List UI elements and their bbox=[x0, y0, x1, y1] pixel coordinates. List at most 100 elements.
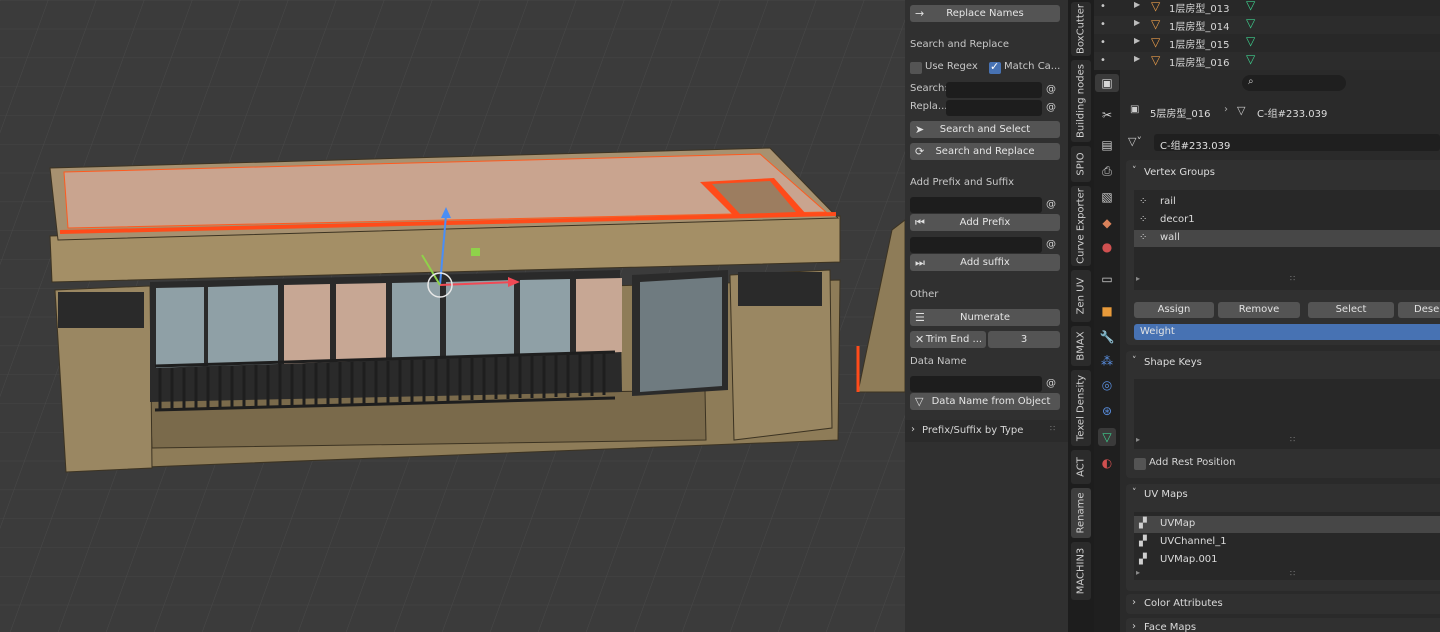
search-at-button[interactable]: @ bbox=[1044, 82, 1058, 98]
use-regex-checkbox[interactable] bbox=[910, 62, 922, 74]
list-item[interactable]: ⁘ decor1 bbox=[1134, 212, 1440, 229]
mesh-icon[interactable]: ▽ bbox=[1246, 52, 1255, 66]
dot-icon: • bbox=[1100, 37, 1106, 48]
material-icon[interactable]: ◐ bbox=[1098, 454, 1116, 472]
list-resize-grip[interactable]: ∷ bbox=[1290, 435, 1295, 444]
drag-handle-icon[interactable]: ∷ bbox=[1050, 424, 1055, 433]
remove-button[interactable]: Remove bbox=[1218, 302, 1300, 318]
select-button[interactable]: Select bbox=[1308, 302, 1394, 318]
chevron-down-icon[interactable]: ˅ bbox=[1132, 166, 1137, 176]
tool-icon[interactable]: ✂ bbox=[1098, 106, 1116, 124]
replace-at-button[interactable]: @ bbox=[1044, 100, 1058, 116]
replace-field[interactable] bbox=[946, 100, 1042, 116]
search-field[interactable] bbox=[946, 82, 1042, 98]
collection-icon[interactable]: ▭ bbox=[1098, 270, 1116, 288]
mesh-icon[interactable]: ▽ bbox=[1246, 34, 1255, 48]
list-item[interactable]: ▞ UVMap bbox=[1134, 516, 1440, 533]
properties-search-field[interactable]: ⌕ bbox=[1242, 75, 1346, 91]
breadcrumb-mesh: C-组#233.039 bbox=[1257, 109, 1328, 120]
shape-keys-heading[interactable]: Shape Keys bbox=[1144, 357, 1202, 368]
expand-arrow-icon[interactable]: ▶ bbox=[1134, 54, 1140, 63]
physics-icon[interactable]: ◎ bbox=[1098, 376, 1116, 394]
tab-machin3[interactable]: MACHIN3 bbox=[1071, 542, 1091, 600]
render-icon[interactable]: ▤ bbox=[1098, 136, 1116, 154]
object-properties-icon[interactable]: ■ bbox=[1098, 302, 1116, 320]
constraints-icon[interactable]: ⊛ bbox=[1098, 402, 1116, 420]
skip-end-icon: ⏭ bbox=[915, 256, 925, 269]
expand-arrow-icon[interactable]: ▶ bbox=[1134, 18, 1140, 27]
list-item[interactable]: ⁘ wall bbox=[1134, 230, 1440, 247]
dot-icon: • bbox=[1100, 1, 1106, 12]
outliner-row[interactable]: • ▶ ▽ 1层房型_015 ▽ bbox=[1094, 34, 1440, 52]
prefix-suffix-heading: Add Prefix and Suffix bbox=[910, 177, 1015, 188]
modifier-wrench-icon[interactable]: 🔧 bbox=[1098, 328, 1116, 346]
mesh-icon[interactable]: ▽ bbox=[1246, 16, 1255, 30]
trim-end-button[interactable]: ✕ Trim End ... bbox=[910, 331, 986, 348]
vertex-group-list: ⁘ rail ⁘ decor1 ⁘ wall ▸ ∷ bbox=[1134, 190, 1440, 290]
prefix-suffix-by-type-subpanel[interactable]: › Prefix/Suffix by Type ∷ bbox=[905, 420, 1068, 442]
suffix-field[interactable] bbox=[910, 237, 1042, 253]
world-icon[interactable]: ● bbox=[1098, 238, 1116, 256]
expand-arrow-icon[interactable]: ▶ bbox=[1134, 36, 1140, 45]
add-rest-position-checkbox[interactable] bbox=[1134, 458, 1146, 470]
vertex-groups-heading[interactable]: Vertex Groups bbox=[1144, 167, 1215, 178]
color-attributes-panel[interactable]: › Color Attributes bbox=[1126, 594, 1440, 614]
data-name-field[interactable] bbox=[910, 376, 1042, 392]
expand-arrow-icon[interactable]: ▸ bbox=[1136, 435, 1140, 444]
outliner-row[interactable]: • ▶ ▽ 1层房型_014 ▽ bbox=[1094, 16, 1440, 34]
list-resize-grip[interactable]: ∷ bbox=[1290, 569, 1295, 578]
assign-button[interactable]: Assign bbox=[1134, 302, 1214, 318]
search-and-replace-button[interactable]: ⟳ Search and Replace bbox=[910, 143, 1060, 160]
face-maps-panel[interactable]: › Face Maps bbox=[1126, 618, 1440, 632]
numerate-button[interactable]: ☰ Numerate bbox=[910, 309, 1060, 326]
search-and-select-button[interactable]: ➤ Search and Select bbox=[910, 121, 1060, 138]
prefix-field[interactable] bbox=[910, 197, 1042, 213]
expand-arrow-icon[interactable]: ▸ bbox=[1136, 274, 1140, 283]
mesh-data-icon[interactable]: ▽ bbox=[1098, 428, 1116, 446]
refresh-icon: ⟳ bbox=[915, 145, 925, 158]
add-prefix-button[interactable]: ⏮ Add Prefix bbox=[910, 214, 1060, 231]
chevron-down-icon[interactable]: ˅ bbox=[1132, 356, 1137, 366]
weight-slider[interactable]: Weight bbox=[1134, 324, 1440, 340]
list-item[interactable]: ▞ UVMap.001 bbox=[1134, 552, 1440, 569]
outliner-row[interactable]: • ▶ ▽ 1层房型_013 ▽ bbox=[1094, 0, 1440, 16]
tab-spio[interactable]: SPIO bbox=[1071, 146, 1091, 182]
3d-viewport[interactable] bbox=[0, 0, 905, 632]
deselect-button[interactable]: Desel bbox=[1398, 302, 1440, 318]
replace-names-button[interactable]: → Replace Names bbox=[910, 5, 1060, 22]
suffix-at-button[interactable]: @ bbox=[1044, 237, 1058, 253]
data-name-at-button[interactable]: @ bbox=[1044, 376, 1058, 392]
tab-zen-uv[interactable]: Zen UV bbox=[1071, 270, 1091, 322]
tab-curve-exporter[interactable]: Curve Exporter bbox=[1071, 186, 1091, 266]
scene-icon[interactable]: ◆ bbox=[1098, 214, 1116, 232]
list-resize-grip[interactable]: ∷ bbox=[1290, 274, 1295, 283]
list-item[interactable]: ⁘ rail bbox=[1134, 194, 1440, 211]
mesh-datablock-icon[interactable]: ▽˅ bbox=[1128, 135, 1142, 148]
tab-boxcutter[interactable]: BoxCutter bbox=[1071, 2, 1091, 56]
tab-building-nodes[interactable]: Building nodes bbox=[1071, 60, 1091, 142]
tab-rename[interactable]: Rename bbox=[1071, 488, 1091, 538]
vertex-group-icon: ⁘ bbox=[1139, 196, 1148, 207]
tab-bmax[interactable]: BMAX bbox=[1071, 326, 1091, 366]
output-icon[interactable]: ⎙ bbox=[1098, 162, 1116, 180]
chevron-down-icon[interactable]: ˅ bbox=[1132, 488, 1137, 498]
expand-arrow-icon[interactable]: ▶ bbox=[1134, 0, 1140, 9]
outliner-row[interactable]: • ▶ ▽ 1层房型_016 ▽ bbox=[1094, 52, 1440, 70]
list-item[interactable]: ▞ UVChannel_1 bbox=[1134, 534, 1440, 551]
mesh-data-name-field[interactable]: C-组#233.039 bbox=[1154, 134, 1440, 152]
sidebar-tab-strip: BoxCutter Building nodes SPIO Curve Expo… bbox=[1068, 0, 1094, 632]
tab-act[interactable]: ACT bbox=[1071, 450, 1091, 484]
uv-maps-heading[interactable]: UV Maps bbox=[1144, 489, 1188, 500]
view-layer-icon[interactable]: ▧ bbox=[1098, 188, 1116, 206]
add-suffix-button[interactable]: ⏭ Add suffix bbox=[910, 254, 1060, 271]
particles-icon[interactable]: ⁂ bbox=[1098, 352, 1116, 370]
data-name-from-object-button[interactable]: ▽ Data Name from Object bbox=[910, 393, 1060, 410]
tab-texel-density[interactable]: Texel Density bbox=[1071, 370, 1091, 446]
prefix-at-button[interactable]: @ bbox=[1044, 197, 1058, 213]
mesh-icon[interactable]: ▽ bbox=[1246, 0, 1255, 12]
editor-type-icon[interactable]: ▣ bbox=[1095, 74, 1119, 92]
trim-end-count-field[interactable]: 3 bbox=[988, 331, 1060, 348]
match-case-checkbox[interactable] bbox=[989, 60, 1001, 74]
expand-arrow-icon[interactable]: ▸ bbox=[1136, 568, 1140, 577]
viewport-scene bbox=[0, 0, 905, 632]
